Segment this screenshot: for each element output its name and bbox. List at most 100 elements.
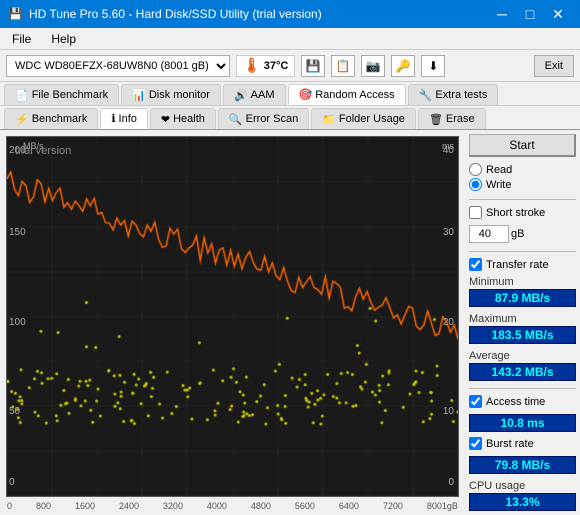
disk-monitor-icon: 📊 (132, 89, 146, 102)
y-right-unit: ms (442, 141, 454, 151)
access-time-option[interactable]: Access time (469, 395, 576, 408)
x-label-7200: 7200 (383, 501, 403, 511)
tab-disk-monitor[interactable]: 📊 Disk monitor (121, 84, 221, 105)
write-option[interactable]: Write (469, 178, 576, 191)
menu-help[interactable]: Help (47, 31, 80, 47)
tab-erase[interactable]: 🗑 Erase (418, 108, 486, 129)
minimum-label: Minimum (469, 276, 576, 288)
cpu-usage-label: CPU usage (469, 480, 576, 492)
menu-file[interactable]: File (8, 31, 35, 47)
tab-benchmark-label: Benchmark (32, 113, 88, 125)
tab-aam-label: AAM (251, 89, 275, 101)
y-label-10: 10 (443, 406, 454, 417)
minimum-value: 87.9 MB/s (469, 289, 576, 307)
drive-selector[interactable]: WDC WD80EFZX-68UW8N0 (8001 gB) (6, 55, 230, 77)
write-radio[interactable] (469, 178, 482, 191)
cpu-usage-value: 13.3% (469, 493, 576, 511)
folder-usage-icon: 📁 (322, 113, 336, 126)
divider-3 (469, 388, 576, 389)
start-button[interactable]: Start (469, 134, 576, 157)
toolbar-btn-5[interactable]: ⬇ (421, 55, 445, 77)
tab-health-label: Health (173, 113, 205, 125)
toolbar-btn-1[interactable]: 💾 (301, 55, 325, 77)
tab-extra-tests[interactable]: 🔧 Extra tests (408, 84, 499, 105)
x-label-2400: 2400 (119, 501, 139, 511)
read-write-group: Read Write (469, 161, 576, 193)
toolbar-btn-2[interactable]: 📋 (331, 55, 355, 77)
burst-rate-checkbox[interactable] (469, 437, 482, 450)
tab-folder-usage-label: Folder Usage (339, 113, 405, 125)
short-stroke-spinbox-row: gB (469, 223, 576, 245)
transfer-rate-label: Transfer rate (486, 259, 549, 271)
read-radio[interactable] (469, 163, 482, 176)
erase-icon: 🗑 (429, 113, 443, 126)
short-stroke-label: Short stroke (486, 207, 545, 219)
access-time-checkbox[interactable] (469, 395, 482, 408)
maximum-label: Maximum (469, 313, 576, 325)
short-stroke-spinbox[interactable] (469, 225, 509, 243)
write-label: Write (486, 179, 511, 191)
maximum-value: 183.5 MB/s (469, 326, 576, 344)
app-icon: 💾 (8, 7, 23, 21)
error-scan-icon: 🔍 (229, 113, 243, 126)
x-label-800: 800 (36, 501, 51, 511)
exit-button[interactable]: Exit (534, 55, 574, 77)
y-min-left: 0 (9, 477, 15, 488)
temperature-value: 37°C (264, 60, 289, 72)
access-time-stat: 10.8 ms (469, 413, 576, 432)
transfer-rate-option[interactable]: Transfer rate (469, 258, 576, 271)
cpu-usage-stat: CPU usage 13.3% (469, 480, 576, 511)
y-label-100: 100 (9, 317, 26, 328)
aam-icon: 🔊 (234, 89, 248, 102)
info-icon: ℹ (111, 112, 115, 125)
x-label-4800: 4800 (251, 501, 271, 511)
x-label-8001: 8001gB (427, 501, 458, 511)
random-access-icon: 🎯 (299, 88, 313, 101)
tab-benchmark[interactable]: ⚡ Benchmark (4, 108, 98, 129)
tab-file-benchmark-label: File Benchmark (32, 89, 108, 101)
tab-info-label: Info (119, 113, 137, 125)
spinbox-unit: gB (511, 228, 524, 240)
window-controls: ─ □ ✕ (488, 4, 572, 24)
divider-1 (469, 199, 576, 200)
tab-error-scan[interactable]: 🔍 Error Scan (218, 108, 309, 129)
extra-tests-icon: 🔧 (419, 89, 433, 102)
average-value: 143.2 MB/s (469, 363, 576, 381)
maximize-button[interactable]: □ (516, 4, 544, 24)
y-label-50: 50 (9, 406, 20, 417)
burst-rate-option[interactable]: Burst rate (469, 437, 576, 450)
access-time-label: Access time (486, 396, 545, 408)
transfer-rate-checkbox[interactable] (469, 258, 482, 271)
short-stroke-option[interactable]: Short stroke (469, 206, 576, 219)
tab-random-access[interactable]: 🎯 Random Access (288, 84, 406, 105)
right-panel: Start Read Write Short stroke gB Transfe… (465, 130, 580, 515)
tab-file-benchmark[interactable]: 📄 File Benchmark (4, 84, 119, 105)
average-label: Average (469, 350, 576, 362)
minimum-stat: Minimum 87.9 MB/s (469, 276, 576, 307)
health-icon: ❤ (161, 113, 170, 126)
main-area: trial version 200 150 100 50 0 MB/s 40 3… (0, 130, 580, 515)
x-label-4000: 4000 (207, 501, 227, 511)
x-label-3200: 3200 (163, 501, 183, 511)
tab-error-scan-label: Error Scan (246, 113, 299, 125)
window-title: HD Tune Pro 5.60 - Hard Disk/SSD Utility… (29, 7, 322, 21)
tab-folder-usage[interactable]: 📁 Folder Usage (311, 108, 416, 129)
close-button[interactable]: ✕ (544, 4, 572, 24)
performance-chart: trial version 200 150 100 50 0 MB/s 40 3… (6, 136, 459, 497)
y-label-150: 150 (9, 227, 26, 238)
short-stroke-checkbox[interactable] (469, 206, 482, 219)
minimize-button[interactable]: ─ (488, 4, 516, 24)
tab-extra-tests-label: Extra tests (435, 89, 487, 101)
toolbar-btn-4[interactable]: 🔑 (391, 55, 415, 77)
toolbar-btn-3[interactable]: 📷 (361, 55, 385, 77)
tabs-row1: 📄 File Benchmark 📊 Disk monitor 🔊 AAM 🎯 … (0, 82, 580, 106)
tab-info[interactable]: ℹ Info (100, 108, 148, 129)
read-option[interactable]: Read (469, 163, 576, 176)
access-time-value: 10.8 ms (469, 414, 576, 432)
temperature-display: 🌡 37°C (236, 55, 295, 77)
tab-health[interactable]: ❤ Health (150, 108, 216, 129)
x-label-1600: 1600 (75, 501, 95, 511)
file-benchmark-icon: 📄 (15, 89, 29, 102)
y-label-30: 30 (443, 227, 454, 238)
tab-aam[interactable]: 🔊 AAM (223, 84, 286, 105)
